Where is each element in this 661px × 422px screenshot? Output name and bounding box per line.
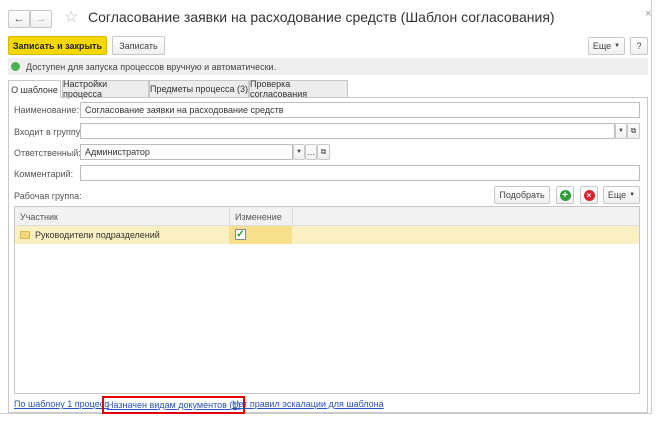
column-divider: [229, 207, 230, 226]
assigned-document-types-link[interactable]: Назначен видам документов (1): [102, 396, 246, 414]
group-dropdown-button[interactable]: ▼: [615, 123, 627, 139]
responsible-open-icon[interactable]: ⧉: [317, 144, 330, 160]
group-label: Входит в группу:: [14, 127, 83, 137]
table-row[interactable]: Руководители подразделений ✓: [15, 226, 639, 244]
workgroup-more-button[interactable]: Еще ▼: [603, 186, 640, 204]
forward-button[interactable]: →: [30, 10, 52, 28]
tab-about-template[interactable]: О шаблоне: [8, 80, 61, 98]
escalation-rules-link[interactable]: Нет правил эскалации для шаблона: [232, 399, 384, 409]
status-text: Доступен для запуска процессов вручную и…: [26, 61, 277, 72]
more-button[interactable]: Еще ▼: [588, 37, 625, 55]
chevron-down-icon: ▼: [629, 192, 636, 198]
column-header-change[interactable]: Изменение: [235, 212, 282, 222]
help-button[interactable]: ?: [630, 37, 648, 55]
responsible-label: Ответственный:: [14, 148, 81, 158]
save-button[interactable]: Записать: [112, 36, 165, 55]
chevron-down-icon: ▼: [614, 43, 621, 49]
processes-by-template-link[interactable]: По шаблону 1 процесс: [14, 399, 109, 409]
workgroup-table[interactable]: Участник Изменение Руководители подразде…: [14, 206, 640, 394]
save-and-close-button[interactable]: Записать и закрыть: [8, 36, 107, 55]
delete-circle-icon: ×: [583, 189, 595, 201]
responsible-input[interactable]: Администратор: [80, 144, 293, 160]
status-bar: Доступен для запуска процессов вручную и…: [8, 58, 648, 75]
table-header: [15, 207, 639, 226]
participant-cell: Руководители подразделений: [35, 230, 160, 240]
column-divider: [292, 207, 293, 226]
comment-label: Комментарий:: [14, 169, 74, 179]
change-cell: ✓: [229, 226, 292, 244]
star-icon[interactable]: ☆: [64, 7, 78, 27]
window-title: Согласование заявки на расходование сред…: [88, 9, 555, 25]
plus-circle-icon: +: [559, 189, 571, 201]
responsible-dropdown-button[interactable]: ▼: [293, 144, 305, 160]
name-input[interactable]: Согласование заявки на расходование сред…: [80, 102, 640, 118]
pick-button[interactable]: Подобрать: [494, 186, 550, 204]
back-button[interactable]: ←: [8, 10, 30, 28]
workgroup-more-label: Еще: [607, 190, 627, 200]
status-indicator-icon: [11, 62, 20, 71]
close-icon[interactable]: ×: [645, 8, 651, 20]
responsible-select-button[interactable]: …: [305, 144, 317, 160]
column-header-participant[interactable]: Участник: [20, 212, 58, 222]
more-label: Еще: [592, 41, 612, 51]
name-label: Наименование:: [14, 105, 79, 115]
change-checkbox[interactable]: ✓: [235, 229, 246, 240]
tab-approval-check[interactable]: Проверка согласования: [249, 79, 348, 99]
delete-button[interactable]: ×: [580, 186, 598, 204]
group-input[interactable]: [80, 123, 615, 139]
group-open-icon[interactable]: ⧉: [627, 123, 640, 139]
tab-process-settings[interactable]: Настройки процесса: [62, 79, 149, 99]
add-button[interactable]: +: [556, 186, 574, 204]
folder-icon: [20, 231, 30, 239]
workgroup-label: Рабочая группа:: [14, 191, 82, 201]
tab-process-subjects[interactable]: Предметы процесса (3): [149, 80, 249, 97]
comment-input[interactable]: [80, 165, 640, 181]
